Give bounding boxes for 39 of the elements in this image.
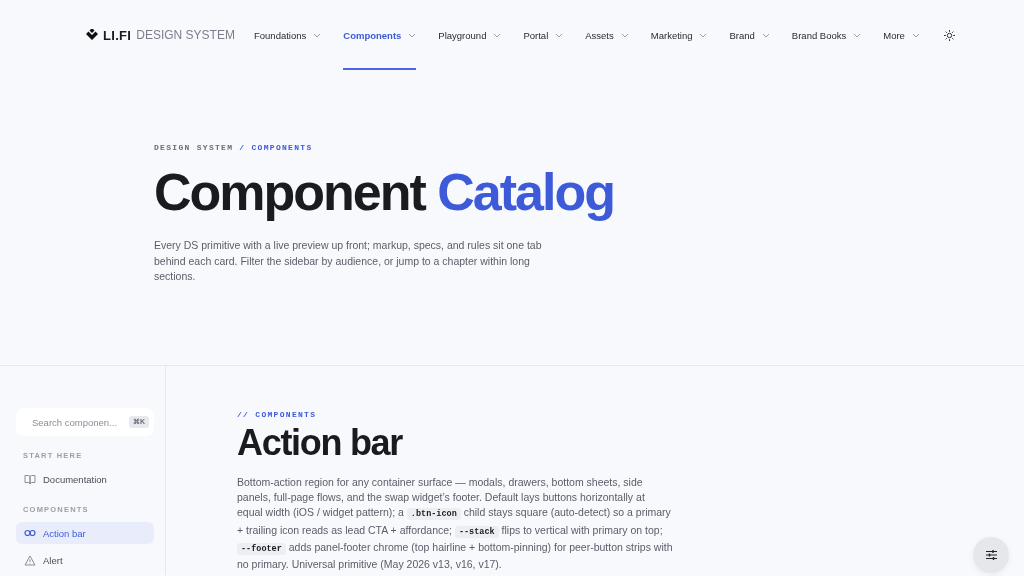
nav-item[interactable]: Marketing bbox=[650, 0, 708, 70]
link-icon bbox=[24, 529, 36, 537]
nav-item[interactable]: Playground bbox=[438, 0, 502, 70]
sidebar-item[interactable]: Alert bbox=[16, 549, 154, 571]
chevron-down-icon bbox=[493, 32, 502, 38]
book-icon bbox=[24, 473, 36, 485]
page-description: Every DS primitive with a live preview up front; markup, specs, and rules sit one tab behind each card. Filter the sidebar by audience, or jump to a chapter within long sections. bbox=[154, 238, 543, 284]
settings-button[interactable] bbox=[973, 537, 1009, 573]
logo-brand: LI.FI bbox=[103, 27, 132, 43]
chevron-down-icon bbox=[761, 32, 770, 38]
page-title-word: Component bbox=[154, 163, 425, 221]
logo-product: DESIGN SYSTEM bbox=[136, 28, 235, 42]
nav-item[interactable]: Portal bbox=[523, 0, 564, 70]
chevron-down-icon bbox=[408, 32, 417, 38]
chevron-down-icon bbox=[555, 32, 564, 38]
chevron-down-icon bbox=[699, 32, 708, 38]
section-description: Bottom-action region for any container surface — modals, drawers, bottom sheets, side panels, full-page flows, and the swap widget’s footer. Default lays buttons horizontally at equal width (iOS / widget pattern); a .btn-icon child stays square (auto-detect) so a primary + trailing icon reads as lead CTA + affordance; --stack flips to vertical with primary on top; --footer adds panel-footer chrome (top hairline + bottom-pinning) for peer-button strips with no primary. Universal primitive (May 2026 v13, v16, v17). bbox=[237, 475, 673, 572]
chevron-down-icon bbox=[853, 32, 862, 38]
nav-item[interactable]: Foundations bbox=[254, 0, 322, 70]
nav-item[interactable]: Brand Books bbox=[791, 0, 862, 70]
breadcrumb-current: / COMPONENTS bbox=[239, 143, 313, 152]
nav-item[interactable]: Components bbox=[343, 0, 417, 70]
sidebar-item[interactable]: Action bar bbox=[16, 522, 154, 544]
logo-icon bbox=[86, 28, 98, 42]
chevron-down-icon bbox=[313, 32, 322, 38]
section-title: Action bar bbox=[237, 425, 404, 461]
nav-item[interactable]: More bbox=[883, 0, 920, 70]
page-title-word: Catalog bbox=[437, 163, 614, 221]
chevron-down-icon bbox=[620, 32, 629, 38]
nav-item[interactable]: Brand bbox=[729, 0, 770, 70]
sun-icon[interactable] bbox=[943, 29, 955, 41]
chevron-down-icon bbox=[911, 32, 920, 38]
sidebar-item[interactable]: Documentation bbox=[16, 468, 154, 490]
breadcrumb-parent[interactable]: DESIGN SYSTEM bbox=[154, 143, 234, 152]
search-field[interactable]: Search componen... bbox=[32, 416, 122, 428]
section-eyebrow: // COMPONENTS bbox=[237, 410, 318, 419]
nav-item[interactable]: Assets bbox=[585, 0, 629, 70]
warning-icon bbox=[24, 554, 36, 566]
sliders-icon bbox=[985, 550, 997, 560]
